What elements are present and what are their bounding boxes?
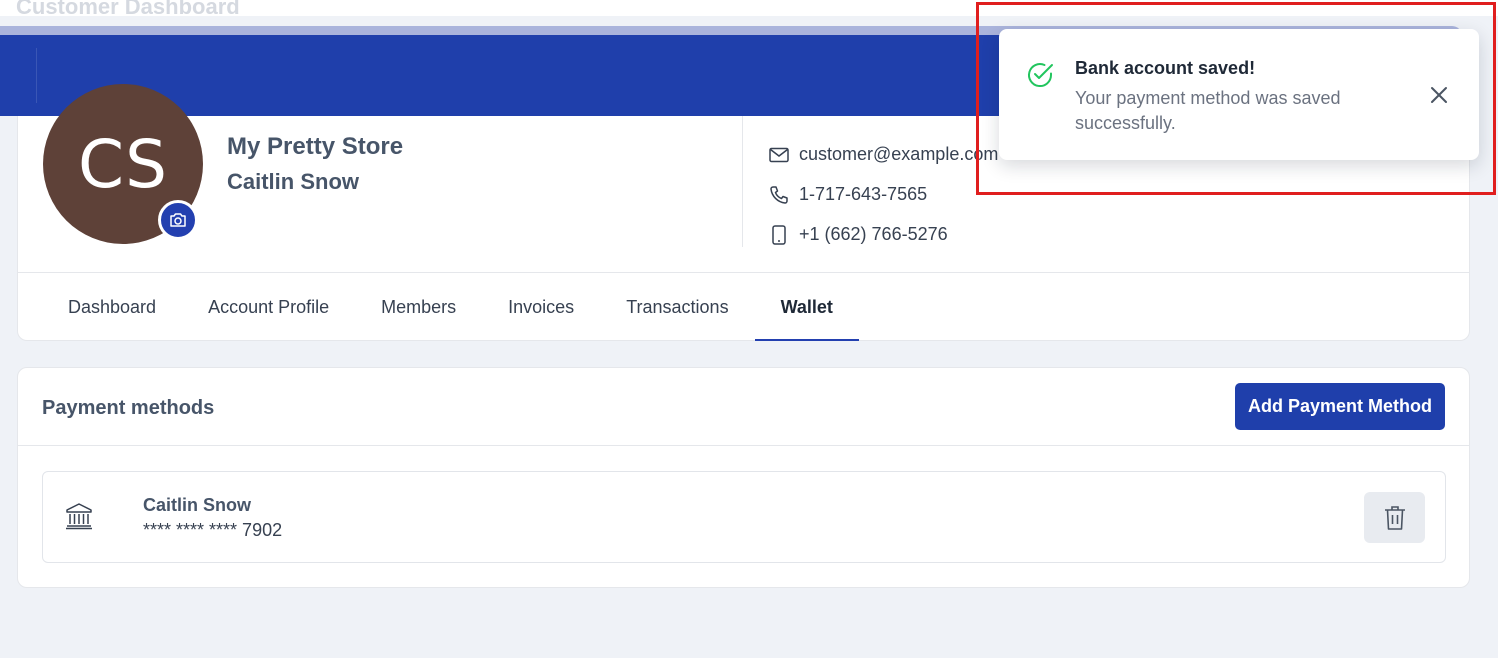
store-name: My Pretty Store xyxy=(227,133,404,160)
close-icon xyxy=(1431,87,1447,103)
profile-divider xyxy=(742,116,743,247)
payment-methods-card: Payment methods Add Payment Method Caitl… xyxy=(17,367,1470,588)
payment-method-name: Caitlin Snow xyxy=(143,495,251,515)
tab-account-profile[interactable]: Account Profile xyxy=(182,273,355,341)
avatar-initials: CS xyxy=(78,125,168,203)
payment-methods-divider xyxy=(18,445,1469,446)
tab-members[interactable]: Members xyxy=(355,273,482,341)
toast-message: Your payment method was saved successful… xyxy=(1075,88,1341,133)
banner-divider xyxy=(36,48,37,103)
contact-mobile: +1 (662) 766-5276 xyxy=(768,224,948,245)
mobile-text: +1 (662) 766-5276 xyxy=(799,224,948,244)
toast-close-button[interactable] xyxy=(1425,81,1453,109)
toast-title: Bank account saved! xyxy=(1075,58,1256,78)
add-payment-method-button[interactable]: Add Payment Method xyxy=(1235,383,1445,430)
email-text: customer@example.com xyxy=(799,144,999,164)
delete-payment-method-button[interactable] xyxy=(1364,492,1425,543)
payment-method-number: **** **** **** 7902 xyxy=(143,520,283,540)
camera-icon xyxy=(170,213,186,227)
mail-icon xyxy=(768,145,790,165)
check-circle-icon xyxy=(1028,63,1053,87)
tab-wallet[interactable]: Wallet xyxy=(754,273,860,341)
phone-text: 1-717-643-7565 xyxy=(799,184,928,204)
payment-methods-title: Payment methods xyxy=(42,397,215,419)
trash-icon xyxy=(1384,505,1405,530)
tab-transactions[interactable]: Transactions xyxy=(600,273,754,341)
bank-icon xyxy=(66,503,92,530)
tab-invoices[interactable]: Invoices xyxy=(482,273,600,341)
change-avatar-button[interactable] xyxy=(158,200,198,240)
success-toast: Bank account saved! Your payment method … xyxy=(999,29,1479,160)
page-title: Customer Dashboard xyxy=(16,0,240,19)
contact-email: customer@example.com xyxy=(768,144,998,165)
contact-phone: 1-717-643-7565 xyxy=(768,184,927,205)
profile-tabs: Dashboard Account Profile Members Invoic… xyxy=(18,273,860,341)
owner-name: Caitlin Snow xyxy=(227,169,359,194)
phone-icon xyxy=(768,185,790,205)
tab-dashboard[interactable]: Dashboard xyxy=(18,273,182,341)
payment-method-item: Caitlin Snow **** **** **** 7902 xyxy=(42,471,1446,563)
mobile-icon xyxy=(768,224,790,245)
